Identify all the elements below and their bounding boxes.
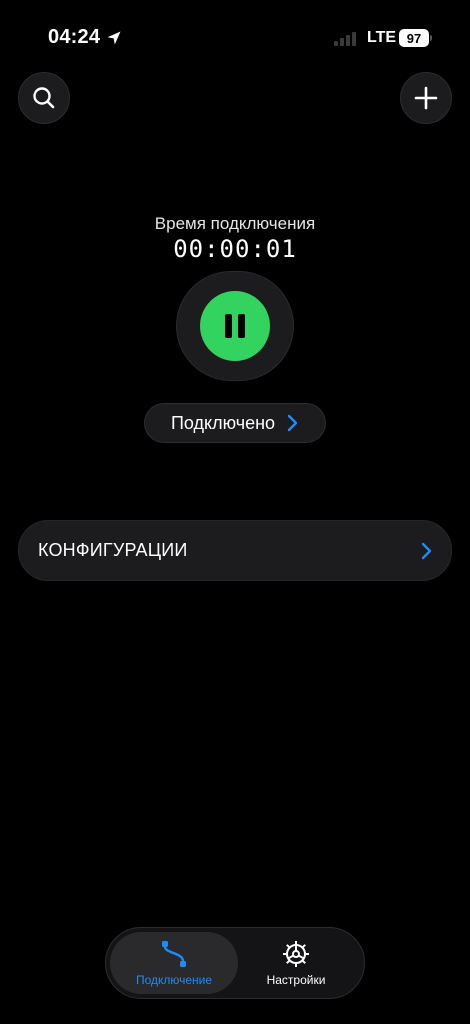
configurations-label: КОНФИГУРАЦИИ: [38, 540, 188, 560]
status-bar: 04:24 LTE 97: [0, 0, 470, 76]
connection-status-button[interactable]: Подключено: [144, 403, 326, 443]
pause-icon: [225, 314, 245, 338]
settings-gear-icon: [283, 941, 309, 967]
chevron-right-icon: [421, 542, 432, 559]
connection-route-icon: [162, 941, 186, 967]
status-time: 04:24: [48, 26, 101, 48]
search-button[interactable]: [18, 72, 70, 124]
tab-connection[interactable]: Подключение: [110, 932, 238, 994]
status-time-group: 04:24: [48, 26, 122, 49]
battery-tip: [430, 35, 432, 41]
connect-toggle-core: [200, 291, 270, 361]
search-icon: [33, 87, 55, 109]
configurations-row[interactable]: КОНФИГУРАЦИИ: [18, 520, 452, 581]
tab-connection-label: Подключение: [135, 973, 213, 987]
bottom-tab-bar: Подключение Настройки: [105, 927, 365, 999]
add-configuration-button[interactable]: [400, 72, 452, 124]
tab-settings-label: Настройки: [266, 973, 326, 987]
tab-settings[interactable]: Настройки: [232, 932, 360, 994]
vpn-connection-screen: 04:24 LTE 97 Время подключения 00:00:01: [0, 0, 470, 1024]
connection-time-label: Время подключения: [154, 214, 316, 233]
location-arrow-icon: [107, 31, 121, 44]
connect-toggle-button[interactable]: [176, 271, 294, 381]
cellular-signal-icon: [334, 32, 356, 46]
connection-timer: 00:00:01: [173, 235, 297, 263]
plus-icon: [414, 86, 438, 110]
network-type: LTE: [367, 29, 397, 46]
battery-indicator: 97: [399, 29, 429, 47]
connection-status-text: Подключено: [170, 412, 276, 433]
chevron-right-icon: [287, 414, 298, 432]
